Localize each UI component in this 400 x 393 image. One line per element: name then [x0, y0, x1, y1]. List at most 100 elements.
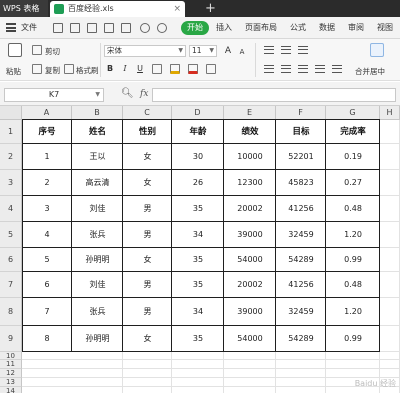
table-cell[interactable]: 0.48 [326, 196, 380, 222]
distribute-icon[interactable] [332, 65, 342, 73]
new-file-icon[interactable] [53, 23, 63, 33]
row-header[interactable]: 1 [0, 120, 22, 144]
tab-home[interactable]: 开始 [181, 21, 209, 35]
table-cell[interactable]: 54000 [224, 326, 276, 352]
row-header[interactable]: 13 [0, 378, 22, 387]
table-cell[interactable]: 39000 [224, 298, 276, 326]
table-header-cell[interactable]: 绩效 [224, 120, 276, 144]
table-cell[interactable]: 39000 [224, 222, 276, 248]
tab-data[interactable]: 数据 [319, 17, 335, 39]
table-cell[interactable]: 4 [22, 222, 72, 248]
align-left-icon[interactable] [264, 65, 274, 73]
copy-icon[interactable] [32, 64, 42, 74]
align-bottom-icon[interactable] [298, 46, 308, 54]
save-icon[interactable] [87, 23, 97, 33]
table-cell[interactable]: 8 [22, 326, 72, 352]
justify-icon[interactable] [315, 65, 325, 73]
app-name[interactable]: WPS 表格 [0, 0, 48, 17]
new-tab-icon[interactable]: + [205, 0, 216, 17]
table-header-cell[interactable]: 性别 [123, 120, 172, 144]
tab-formulas[interactable]: 公式 [290, 17, 306, 39]
border-icon[interactable] [152, 64, 162, 74]
table-cell[interactable]: 45823 [276, 170, 326, 196]
table-cell[interactable]: 男 [123, 196, 172, 222]
table-cell[interactable]: 54289 [276, 248, 326, 272]
table-cell[interactable]: 41256 [276, 272, 326, 298]
table-cell[interactable]: 0.19 [326, 144, 380, 170]
column-header[interactable]: A [22, 106, 72, 120]
table-cell[interactable]: 张兵 [72, 298, 123, 326]
table-cell[interactable]: 高云清 [72, 170, 123, 196]
paste-icon[interactable] [8, 43, 22, 57]
table-cell[interactable]: 女 [123, 248, 172, 272]
column-header[interactable]: B [72, 106, 123, 120]
cut-button[interactable]: 剪切 [45, 46, 60, 57]
select-all-corner[interactable] [0, 106, 22, 120]
document-tab[interactable]: 百度经验.xls × [50, 1, 185, 17]
table-cell[interactable]: 5 [22, 248, 72, 272]
name-box[interactable]: K7 ▼ [4, 88, 104, 102]
table-cell[interactable]: 2 [22, 170, 72, 196]
clear-format-icon[interactable] [206, 64, 216, 74]
column-header[interactable]: D [172, 106, 224, 120]
table-cell[interactable]: 30 [172, 144, 224, 170]
tab-page-layout[interactable]: 页面布局 [245, 17, 277, 39]
open-folder-icon[interactable] [70, 23, 80, 33]
table-cell[interactable]: 35 [172, 248, 224, 272]
table-cell[interactable]: 孙明明 [72, 326, 123, 352]
row-header[interactable]: 7 [0, 272, 22, 298]
table-cell[interactable]: 6 [22, 272, 72, 298]
table-cell[interactable]: 32459 [276, 298, 326, 326]
table-header-cell[interactable]: 姓名 [72, 120, 123, 144]
table-cell[interactable]: 52201 [276, 144, 326, 170]
row-header[interactable]: 5 [0, 222, 22, 248]
copy-button[interactable]: 复制 [45, 65, 60, 76]
table-cell[interactable]: 0.99 [326, 248, 380, 272]
table-cell[interactable]: 女 [123, 170, 172, 196]
scissors-icon[interactable] [32, 45, 42, 55]
print-preview-icon[interactable] [121, 23, 131, 33]
fill-color-icon[interactable] [170, 64, 180, 74]
row-header[interactable]: 12 [0, 369, 22, 378]
table-cell[interactable]: 7 [22, 298, 72, 326]
row-header[interactable]: 4 [0, 196, 22, 222]
table-cell[interactable]: 1 [22, 144, 72, 170]
tab-review[interactable]: 审阅 [348, 17, 364, 39]
tab-view[interactable]: 视图 [377, 17, 393, 39]
row-header[interactable]: 3 [0, 170, 22, 196]
column-header[interactable]: H [380, 106, 400, 120]
menu-icon[interactable] [6, 23, 16, 32]
row-header[interactable]: 9 [0, 326, 22, 352]
table-cell[interactable]: 0.27 [326, 170, 380, 196]
row-header[interactable]: 6 [0, 248, 22, 272]
table-cell[interactable]: 孙明明 [72, 248, 123, 272]
table-cell[interactable]: 0.99 [326, 326, 380, 352]
row-header[interactable]: 10 [0, 352, 22, 360]
formula-input[interactable] [152, 88, 396, 102]
row-header[interactable]: 11 [0, 360, 22, 369]
table-cell[interactable]: 34 [172, 222, 224, 248]
table-cell[interactable]: 10000 [224, 144, 276, 170]
font-size-select[interactable]: 11 ▼ [189, 45, 217, 57]
table-header-cell[interactable]: 完成率 [326, 120, 380, 144]
column-header[interactable]: F [276, 106, 326, 120]
table-cell[interactable]: 男 [123, 272, 172, 298]
paste-button[interactable]: 粘贴 [6, 66, 21, 77]
table-cell[interactable]: 刘佳 [72, 196, 123, 222]
align-center-icon[interactable] [281, 65, 291, 73]
table-cell[interactable]: 20002 [224, 196, 276, 222]
table-cell[interactable]: 男 [123, 222, 172, 248]
table-cell[interactable]: 男 [123, 298, 172, 326]
table-header-cell[interactable]: 序号 [22, 120, 72, 144]
search-icon[interactable]: 🔍︎ [121, 88, 134, 100]
table-cell[interactable]: 41256 [276, 196, 326, 222]
grow-font-button[interactable]: A [222, 45, 234, 57]
close-tab-icon[interactable]: × [173, 1, 181, 17]
table-cell[interactable]: 54000 [224, 248, 276, 272]
row-header[interactable]: 14 [0, 387, 22, 393]
table-cell[interactable]: 35 [172, 326, 224, 352]
table-cell[interactable]: 0.48 [326, 272, 380, 298]
merge-center-button[interactable]: 合并居中 [355, 66, 385, 77]
table-cell[interactable]: 张兵 [72, 222, 123, 248]
print-icon[interactable] [104, 23, 114, 33]
